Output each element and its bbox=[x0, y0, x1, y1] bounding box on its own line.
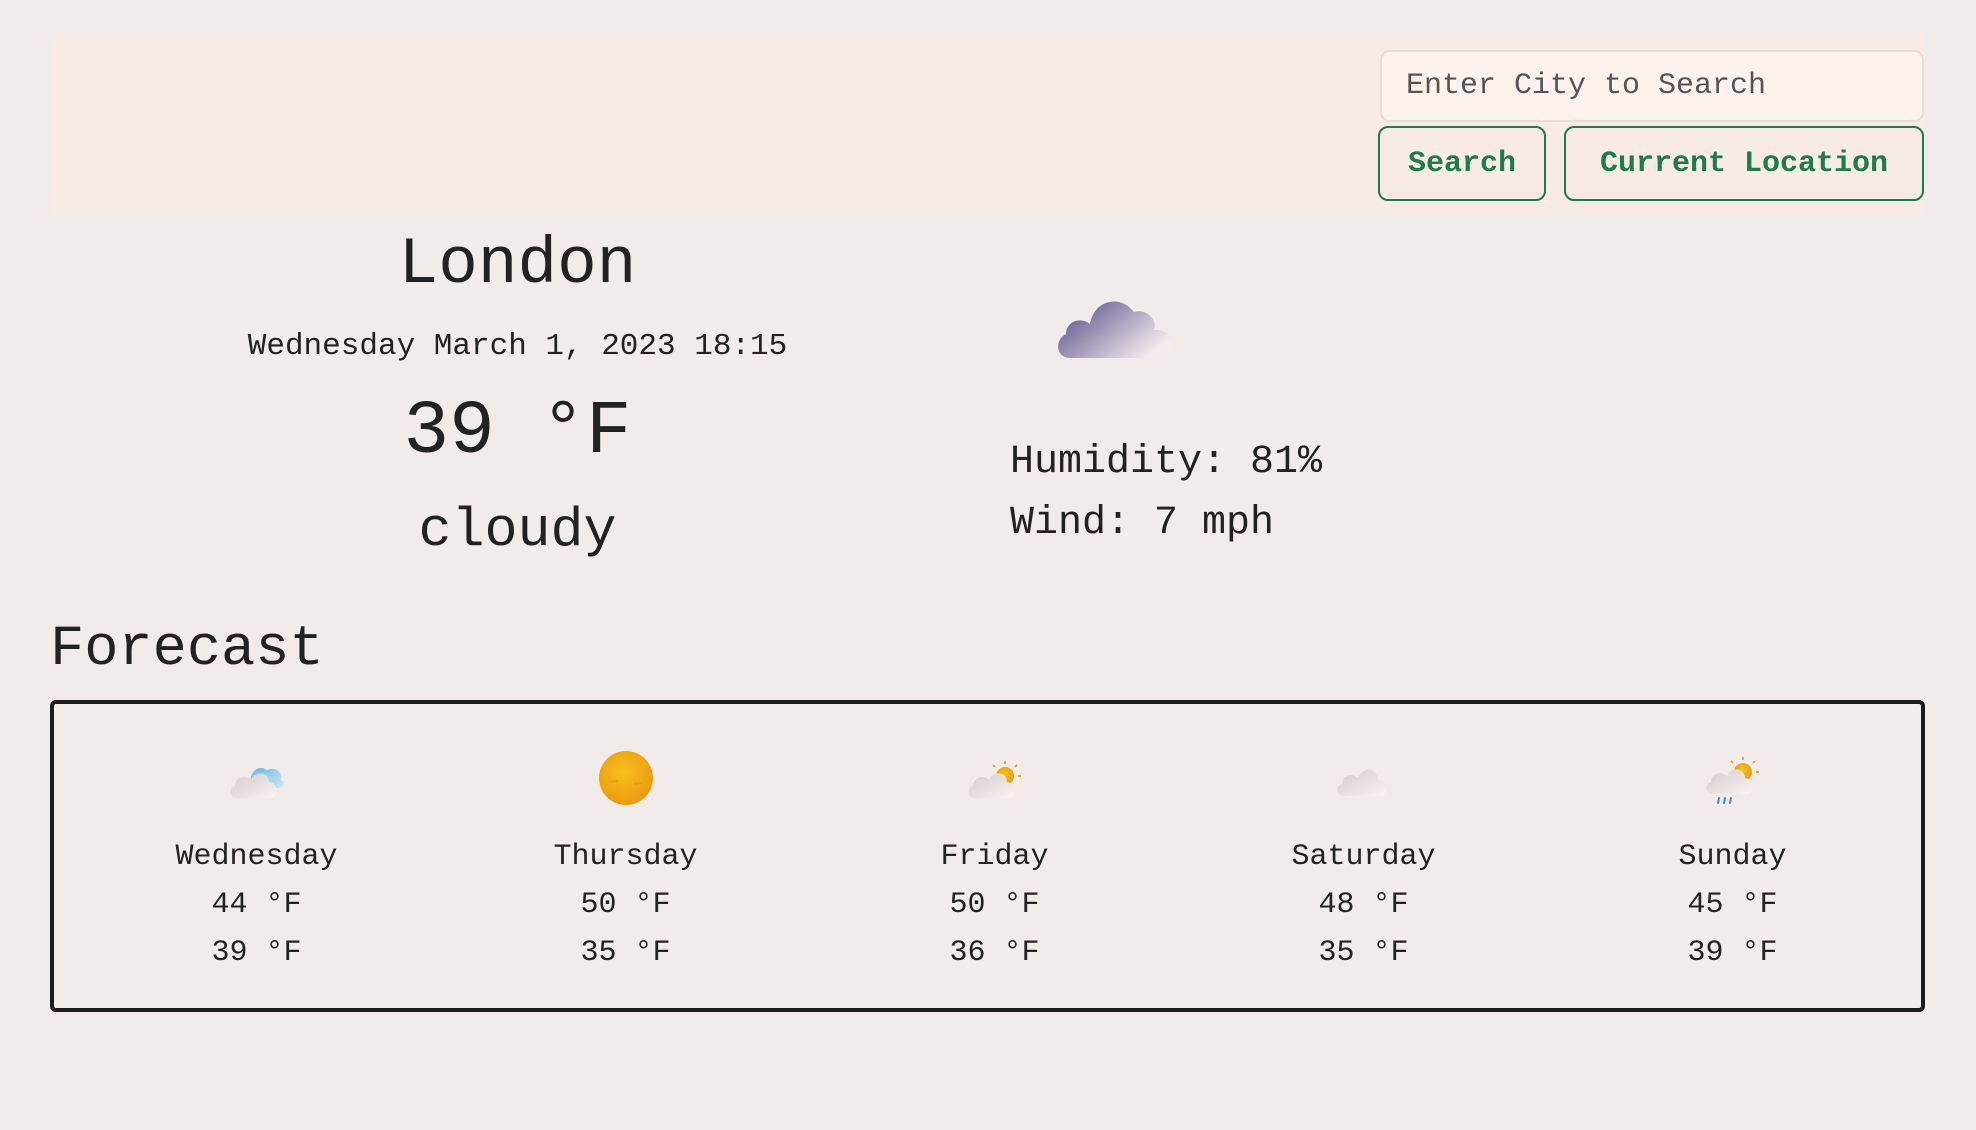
search-button[interactable]: Search bbox=[1378, 126, 1546, 201]
city-name: London bbox=[398, 227, 637, 302]
forecast-high: 45 °F bbox=[1687, 888, 1778, 922]
wind-speed: Wind: 7 mph bbox=[1010, 501, 1275, 546]
sun-icon bbox=[598, 751, 653, 805]
forecast-high: 44 °F bbox=[211, 888, 302, 922]
forecast-day-name: Saturday bbox=[1291, 840, 1436, 874]
forecast-day-name: Sunday bbox=[1678, 840, 1787, 874]
current-weather: London Wednesday March 1, 2023 18:15 39 … bbox=[50, 215, 985, 562]
forecast-high: 48 °F bbox=[1318, 888, 1409, 922]
forecast-day-name: Thursday bbox=[553, 840, 698, 874]
cloud-icon bbox=[1336, 769, 1386, 796]
forecast-day-name: Friday bbox=[940, 840, 1049, 874]
forecast-high: 50 °F bbox=[949, 888, 1040, 922]
forecast-panel: Wednesday 44 °F 39 °F Thursday 50 °F 35 … bbox=[50, 700, 1925, 1012]
cloudy-icon bbox=[1058, 301, 1175, 358]
current-location-button[interactable]: Current Location bbox=[1564, 126, 1924, 201]
forecast-title: Forecast bbox=[50, 618, 324, 682]
current-temperature: 39 °F bbox=[403, 389, 632, 475]
cloud-blue-icon bbox=[229, 767, 283, 798]
forecast-day-name: Wednesday bbox=[175, 840, 338, 874]
humidity: Humidity: 81% bbox=[1010, 440, 1323, 485]
partly-cloudy-icon bbox=[967, 761, 1021, 798]
forecast-low: 35 °F bbox=[580, 936, 671, 970]
forecast-low: 39 °F bbox=[211, 936, 302, 970]
city-search-input[interactable] bbox=[1380, 50, 1924, 122]
forecast-low: 36 °F bbox=[949, 936, 1040, 970]
forecast-low: 39 °F bbox=[1687, 936, 1778, 970]
search-header: Search Current Location bbox=[50, 35, 1924, 215]
forecast-low: 35 °F bbox=[1318, 936, 1409, 970]
current-datetime: Wednesday March 1, 2023 18:15 bbox=[247, 329, 788, 364]
rain-sun-icon bbox=[1705, 757, 1759, 804]
forecast-high: 50 °F bbox=[580, 888, 671, 922]
weather-description: cloudy bbox=[418, 499, 617, 562]
